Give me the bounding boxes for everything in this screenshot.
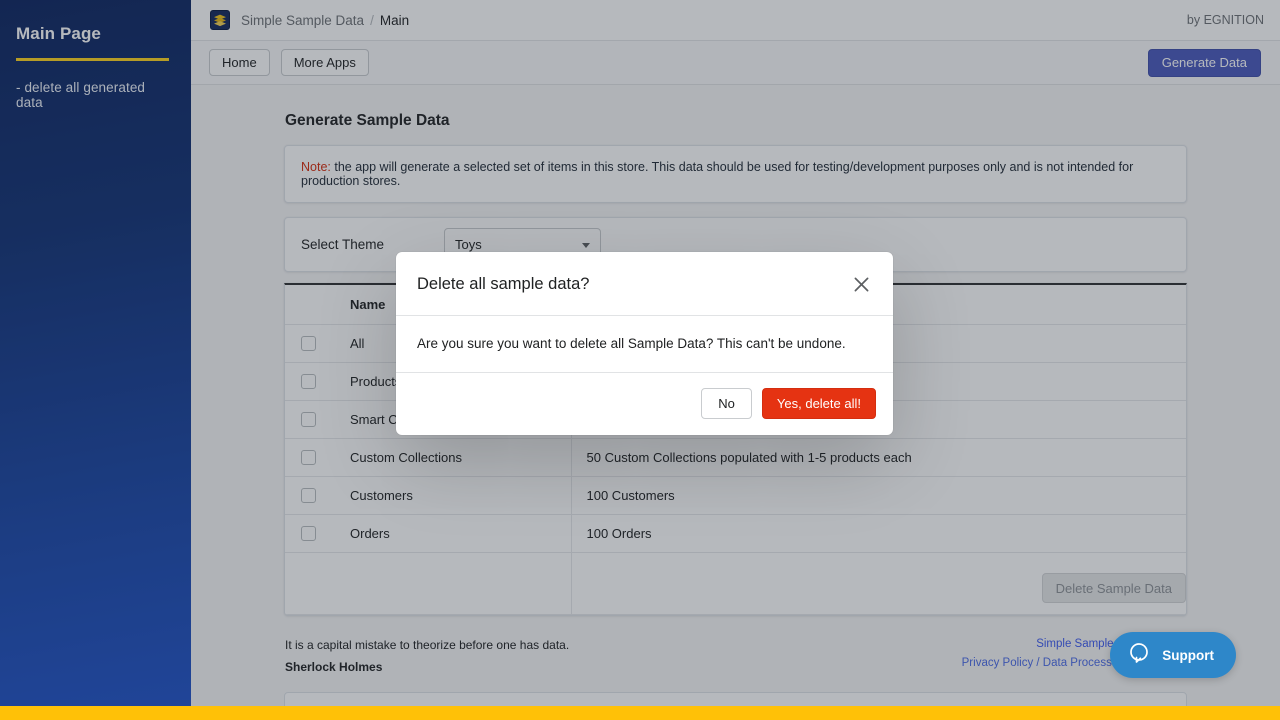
modal-header: Delete all sample data? (396, 252, 893, 316)
app-root: Main Page - delete all generated data Si… (0, 0, 1280, 720)
modal-title: Delete all sample data? (417, 275, 589, 294)
delete-confirmation-modal: Delete all sample data? Are you sure you… (396, 252, 893, 435)
modal-body-text: Are you sure you want to delete all Samp… (396, 316, 893, 373)
modal-footer: No Yes, delete all! (396, 373, 893, 435)
modal-no-button[interactable]: No (701, 388, 752, 419)
close-icon[interactable] (847, 270, 875, 298)
support-label: Support (1162, 648, 1214, 663)
bottom-accent-strip (0, 706, 1280, 720)
support-widget-button[interactable]: Support (1110, 632, 1236, 678)
modal-confirm-button[interactable]: Yes, delete all! (762, 388, 876, 419)
chat-bubble-icon (1127, 641, 1151, 670)
